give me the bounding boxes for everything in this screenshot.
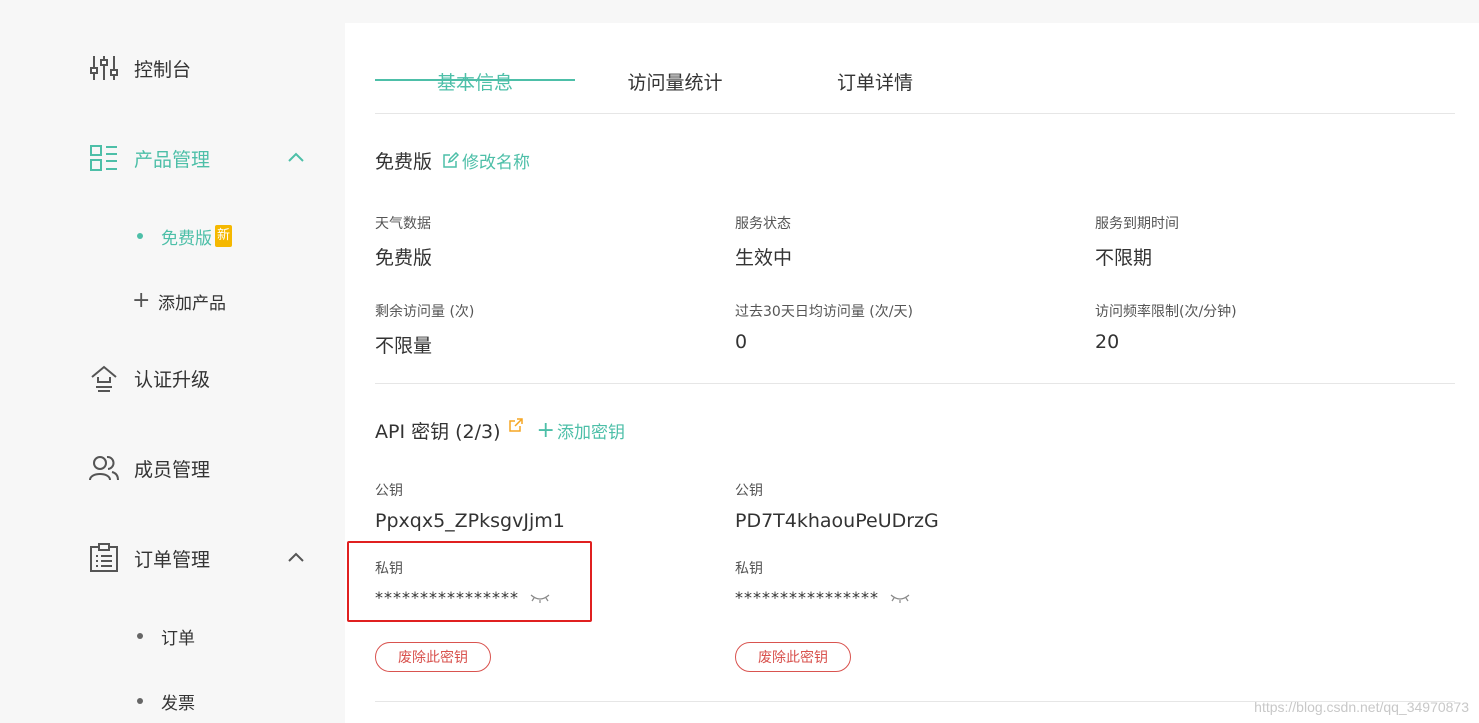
public-key-label: 公钥 bbox=[375, 483, 403, 499]
info-key: 访问频率限制(次/分钟) bbox=[1095, 304, 1237, 320]
plus-icon: + bbox=[536, 417, 555, 443]
members-icon bbox=[88, 452, 120, 484]
masked-secret: **************** bbox=[735, 588, 879, 607]
api-key-header: API 密钥 (2/3) + 添加密钥 bbox=[375, 417, 625, 444]
sidebar-subitem-add-product[interactable]: + 添加产品 bbox=[132, 288, 226, 314]
sidebar-subitem-free-plan[interactable]: 免费版 新 bbox=[132, 223, 233, 249]
info-value: 20 bbox=[1095, 331, 1120, 353]
tab-basic-info[interactable]: 基本信息 bbox=[375, 18, 575, 94]
plus-icon: + bbox=[132, 288, 151, 313]
sidebar-item-label: 控制台 bbox=[134, 58, 192, 81]
tab-order-details[interactable]: 订单详情 bbox=[775, 18, 975, 94]
rename-link[interactable]: 修改名称 bbox=[442, 148, 530, 173]
private-key-field: 私钥 **************** bbox=[735, 558, 911, 607]
highlight-box bbox=[347, 541, 592, 622]
info-key: 过去30天日均访问量 (次/天) bbox=[735, 304, 913, 320]
main-panel: 基本信息 访问量统计 订单详情 免费版 修改名称 天气数据 免费版 服务状态 生… bbox=[345, 23, 1479, 723]
rename-label: 修改名称 bbox=[462, 153, 531, 173]
sidebar-item-console[interactable]: 控制台 bbox=[88, 50, 191, 86]
info-field: 过去30天日均访问量 (次/天) 0 bbox=[735, 301, 913, 353]
info-field: 服务到期时间 不限期 bbox=[1095, 213, 1179, 270]
bullet-dot bbox=[137, 233, 143, 239]
info-value: 免费版 bbox=[375, 247, 433, 269]
public-key-field: 公钥 PD7T4khaouPeUDrzG bbox=[735, 480, 939, 532]
new-badge: 新 bbox=[215, 225, 233, 247]
info-value: 生效中 bbox=[735, 247, 793, 269]
tab-traffic-stats[interactable]: 访问量统计 bbox=[575, 18, 775, 94]
info-value: 0 bbox=[735, 331, 748, 353]
tab-bar: 基本信息 访问量统计 订单详情 bbox=[375, 51, 1455, 114]
info-field: 服务状态 生效中 bbox=[735, 213, 792, 270]
api-key-title: API 密钥 (2/3) bbox=[375, 421, 501, 443]
sidebar-item-label: 产品管理 bbox=[134, 148, 211, 171]
edit-icon bbox=[443, 152, 460, 168]
info-value: 不限期 bbox=[1095, 247, 1153, 269]
upgrade-icon bbox=[88, 362, 120, 394]
chevron-up-icon[interactable] bbox=[286, 548, 306, 568]
public-key-value[interactable]: Ppxqx5_ZPksgvJjm1 bbox=[375, 510, 565, 532]
revoke-key-button[interactable]: 废除此密钥 bbox=[735, 642, 851, 672]
sidebar: 控制台 产品管理 免费版 新 + 添加产品 认证升级 成员管理 订单管理 订单 … bbox=[0, 0, 345, 723]
plan-header: 免费版 修改名称 bbox=[375, 147, 530, 174]
info-key: 服务状态 bbox=[735, 216, 791, 232]
sidebar-item-orders[interactable]: 订单管理 bbox=[88, 540, 210, 576]
public-key-value[interactable]: PD7T4khaouPeUDrzG bbox=[735, 510, 939, 532]
info-key: 天气数据 bbox=[375, 216, 431, 232]
bullet-dot bbox=[137, 698, 143, 704]
public-key-label: 公钥 bbox=[735, 483, 763, 499]
sidebar-item-label: 订单管理 bbox=[134, 548, 211, 571]
sidebar-subitem-invoice[interactable]: 发票 bbox=[132, 688, 195, 714]
info-key: 服务到期时间 bbox=[1095, 216, 1179, 232]
sidebar-item-label: 成员管理 bbox=[134, 458, 211, 481]
product-grid-icon bbox=[88, 142, 120, 174]
private-key-label: 私钥 bbox=[735, 561, 763, 577]
sidebar-item-label: 认证升级 bbox=[134, 368, 211, 391]
external-link-icon[interactable] bbox=[508, 417, 523, 432]
sidebar-subitem-orders[interactable]: 订单 bbox=[132, 623, 195, 649]
sidebar-item-products[interactable]: 产品管理 bbox=[88, 140, 210, 176]
bullet-dot bbox=[137, 633, 143, 639]
plan-name: 免费版 bbox=[375, 151, 433, 173]
chevron-up-icon[interactable] bbox=[286, 148, 306, 168]
info-key: 剩余访问量 (次) bbox=[375, 304, 475, 320]
info-field: 访问频率限制(次/分钟) 20 bbox=[1095, 301, 1237, 353]
info-field: 剩余访问量 (次) 不限量 bbox=[375, 301, 474, 358]
watermark: https://blog.csdn.net/qq_34970873 bbox=[1254, 699, 1469, 715]
info-field: 天气数据 免费版 bbox=[375, 213, 432, 270]
eye-closed-icon[interactable] bbox=[889, 591, 911, 605]
sidebar-subitem-label: 订单 bbox=[161, 628, 195, 649]
sidebar-item-members[interactable]: 成员管理 bbox=[88, 450, 210, 486]
add-key-button[interactable]: + 添加密钥 bbox=[537, 418, 625, 443]
order-clipboard-icon bbox=[88, 542, 120, 574]
divider bbox=[375, 383, 1455, 384]
sidebar-item-upgrade[interactable]: 认证升级 bbox=[88, 360, 210, 396]
sliders-icon bbox=[88, 52, 120, 84]
private-key-value: **************** bbox=[735, 588, 911, 607]
sidebar-subitem-label: 添加产品 bbox=[158, 293, 226, 314]
public-key-field: 公钥 Ppxqx5_ZPksgvJjm1 bbox=[375, 480, 565, 532]
revoke-key-button[interactable]: 废除此密钥 bbox=[375, 642, 491, 672]
sidebar-subitem-label: 发票 bbox=[161, 693, 195, 714]
sidebar-subitem-label: 免费版 bbox=[161, 228, 212, 249]
info-value: 不限量 bbox=[375, 335, 433, 357]
add-key-label: 添加密钥 bbox=[556, 423, 625, 443]
